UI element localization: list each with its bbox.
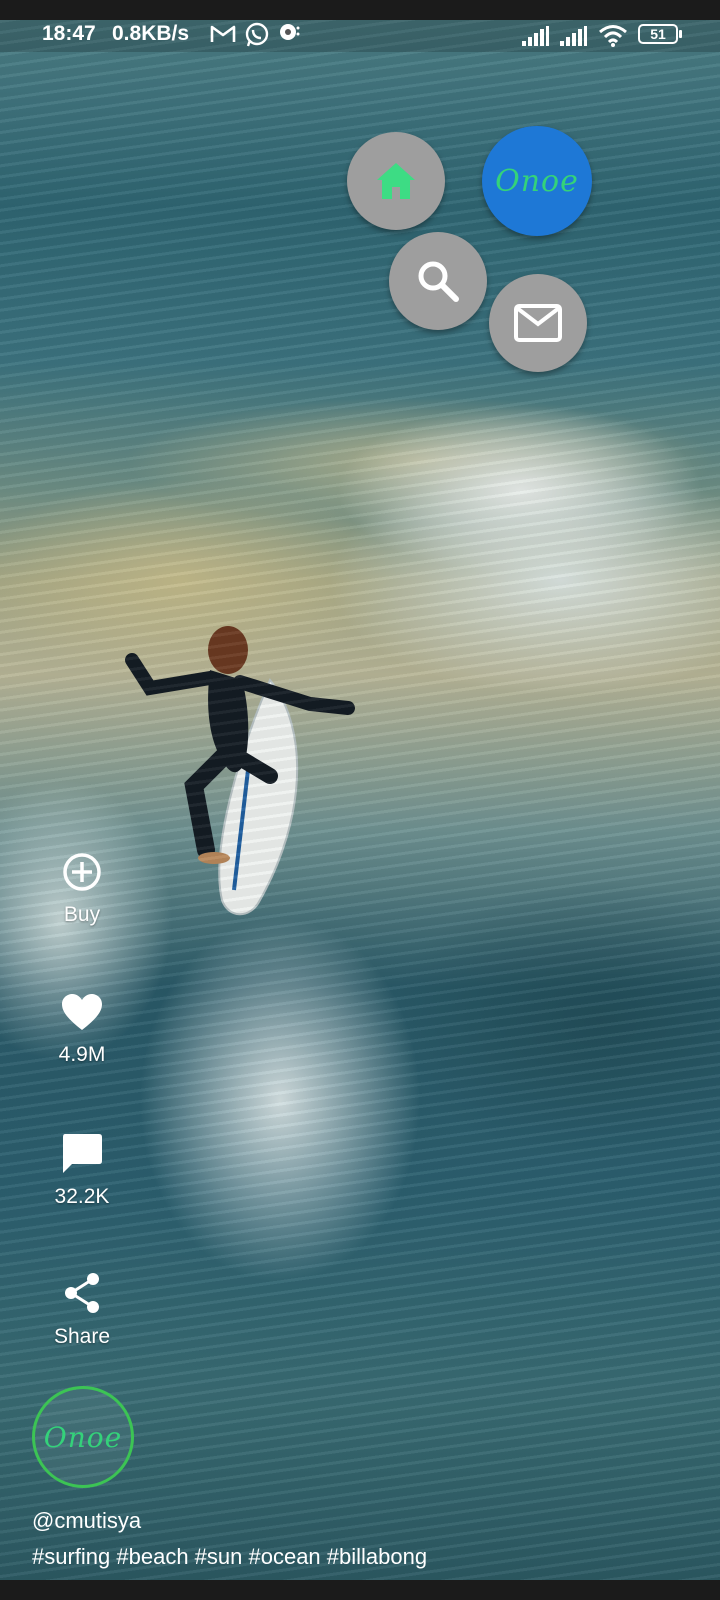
whatsapp-icon bbox=[245, 22, 269, 47]
avatar-logo: Onoe bbox=[43, 1420, 123, 1454]
buy-action[interactable]: Buy bbox=[30, 852, 134, 927]
like-action[interactable]: 4.9M bbox=[30, 992, 134, 1067]
creator-avatar[interactable]: Onoe bbox=[32, 1386, 134, 1488]
search-icon bbox=[418, 261, 459, 302]
home-button[interactable] bbox=[347, 132, 445, 230]
comments-count: 32.2K bbox=[54, 1185, 110, 1208]
wifi-icon bbox=[599, 25, 627, 47]
battery-tip bbox=[679, 30, 682, 38]
brand-logo: Onoe bbox=[495, 163, 579, 199]
share-icon bbox=[65, 1273, 99, 1313]
battery-level: 51 bbox=[650, 26, 666, 42]
status-net-speed: 0.8KB/s bbox=[112, 22, 190, 45]
comment-icon bbox=[63, 1134, 102, 1173]
mail-icon bbox=[514, 304, 562, 342]
add-circle-icon bbox=[63, 853, 101, 891]
signal-icon-2 bbox=[560, 26, 587, 46]
video-feed-screen: 18:47 0.8KB/s 51 Onoe Buy 4.9M 32.2K Sha… bbox=[0, 0, 720, 1600]
likes-count: 4.9M bbox=[58, 1043, 106, 1066]
hashtags[interactable]: #surfing #beach #sun #ocean #billabong bbox=[32, 1544, 427, 1570]
surfer-figure bbox=[125, 626, 355, 916]
buy-label: Buy bbox=[63, 903, 101, 926]
menu-fab-button[interactable]: Onoe bbox=[482, 126, 592, 236]
signal-icon-1 bbox=[522, 26, 549, 46]
messages-button[interactable] bbox=[489, 274, 587, 372]
status-time: 18:47 bbox=[42, 22, 96, 45]
username[interactable]: @cmutisya bbox=[32, 1508, 141, 1534]
share-label: Share bbox=[53, 1325, 111, 1348]
chat-icon bbox=[280, 24, 300, 40]
battery-icon: 51 bbox=[638, 24, 678, 44]
heart-icon bbox=[62, 994, 102, 1030]
bottom-bezel bbox=[0, 1580, 720, 1600]
share-action[interactable]: Share bbox=[30, 1272, 134, 1349]
comment-action[interactable]: 32.2K bbox=[30, 1132, 134, 1209]
search-button[interactable] bbox=[389, 232, 487, 330]
home-icon bbox=[377, 163, 415, 199]
gmail-icon bbox=[210, 25, 236, 42]
top-bezel bbox=[0, 0, 720, 20]
